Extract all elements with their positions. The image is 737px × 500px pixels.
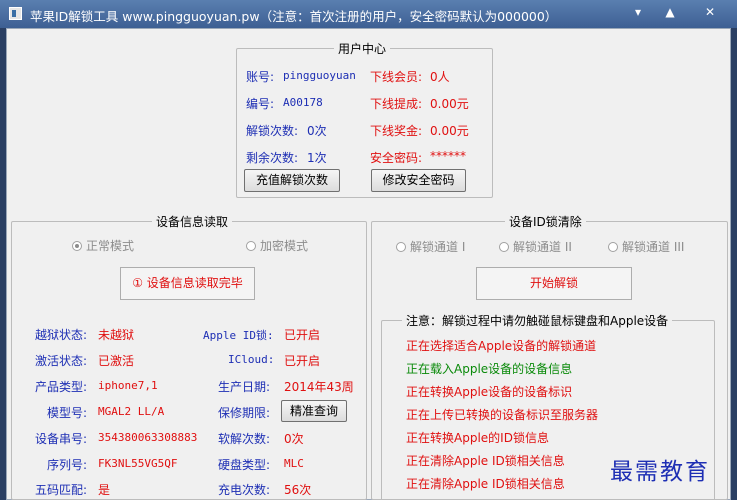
jailbreak-value: 未越狱 bbox=[98, 328, 135, 342]
imei-value: 354380063308883 bbox=[98, 431, 198, 444]
serial-value: FK3NL55VG5QF bbox=[98, 457, 178, 470]
remaining-value: 1次 bbox=[307, 151, 327, 165]
mode-encrypted-label: 加密模式 bbox=[260, 239, 309, 253]
commission-value: 0.00元 bbox=[430, 97, 469, 111]
mode-normal-label: 正常模式 bbox=[86, 239, 135, 253]
activation-value: 已激活 bbox=[98, 354, 135, 368]
warranty-label: 保修期限: bbox=[218, 406, 271, 420]
icloud-label: ICloud: bbox=[228, 353, 275, 366]
user-center-group: 用户中心 账号: pingguoyuan 下线会员: 0人 编号: A00178… bbox=[236, 40, 493, 198]
unlock-count-value: 0次 bbox=[307, 124, 327, 138]
member-label: 下线会员: bbox=[370, 70, 423, 84]
activation-label: 激活状态: bbox=[35, 354, 88, 368]
radio-selected-icon bbox=[72, 241, 82, 251]
id-clear-title: 设备ID锁清除 bbox=[505, 213, 586, 230]
window-title: 苹果ID解锁工具 www.pingguoyuan.pw（注意：首次注册的用户，安… bbox=[30, 9, 558, 24]
minimize-button[interactable]: ▾ bbox=[624, 2, 652, 22]
disk-type-label: 硬盘类型: bbox=[218, 458, 271, 472]
production-date-label: 生产日期: bbox=[218, 380, 271, 394]
log-line: 正在转换Apple的ID锁信息 bbox=[406, 431, 549, 445]
channel-2-label: 解锁通道 II bbox=[513, 240, 572, 254]
jailbreak-label: 越狱状态: bbox=[35, 328, 88, 342]
mode-normal-radio[interactable]: 正常模式 bbox=[72, 237, 134, 254]
product-type-value: iphone7,1 bbox=[98, 379, 158, 392]
log-line: 正在选择适合Apple设备的解锁通道 bbox=[406, 339, 597, 353]
recharge-button[interactable]: 充值解锁次数 bbox=[244, 169, 340, 192]
bonus-value: 0.00元 bbox=[430, 124, 469, 138]
device-info-group: 设备信息读取 正常模式 加密模式 ① 设备信息读取完毕 越狱状态: 未越狱 Ap… bbox=[11, 213, 367, 500]
mode-encrypted-radio[interactable]: 加密模式 bbox=[246, 237, 308, 254]
close-button[interactable]: ✕ bbox=[696, 2, 724, 22]
icloud-value: 已开启 bbox=[284, 354, 321, 368]
charge-count-label: 充电次数: bbox=[218, 483, 271, 497]
log-line: 正在转换Apple设备的设备标识 bbox=[406, 385, 573, 399]
radio-icon bbox=[608, 242, 618, 252]
change-password-button[interactable]: 修改安全密码 bbox=[371, 169, 466, 192]
remaining-label: 剩余次数: bbox=[246, 151, 299, 165]
warranty-query-button[interactable]: 精准查询 bbox=[281, 400, 347, 422]
model-value: MGAL2 LL/A bbox=[98, 405, 165, 418]
bonus-label: 下线奖金: bbox=[370, 124, 423, 138]
user-center-title: 用户中心 bbox=[334, 40, 391, 57]
serial-label: 序列号: bbox=[47, 458, 88, 472]
five-code-label: 五码匹配: bbox=[35, 483, 88, 497]
soft-unlock-value: 0次 bbox=[284, 432, 304, 446]
password-label: 安全密码: bbox=[370, 151, 423, 165]
read-status-button[interactable]: ① 设备信息读取完毕 bbox=[120, 267, 255, 300]
channel-2-radio[interactable]: 解锁通道 II bbox=[499, 238, 572, 255]
radio-icon bbox=[246, 241, 256, 251]
title-bar: 苹果ID解锁工具 www.pingguoyuan.pw（注意：首次注册的用户，安… bbox=[0, 0, 737, 28]
id-label: 编号: bbox=[246, 97, 275, 111]
unlock-count-label: 解锁次数: bbox=[246, 124, 299, 138]
apple-id-lock-value: 已开启 bbox=[284, 328, 321, 342]
id-value: A00178 bbox=[283, 96, 323, 109]
model-label: 模型号: bbox=[47, 406, 88, 420]
watermark-text: 最需教育 bbox=[610, 459, 710, 485]
channel-1-label: 解锁通道 I bbox=[410, 240, 466, 254]
imei-label: 设备串号: bbox=[35, 432, 88, 446]
radio-icon bbox=[396, 242, 406, 252]
log-line: 正在清除Apple ID锁相关信息 bbox=[406, 454, 565, 468]
member-value: 0人 bbox=[430, 70, 450, 84]
production-date-value: 2014年43周 bbox=[284, 380, 354, 394]
password-value: ****** bbox=[430, 149, 466, 163]
channel-1-radio[interactable]: 解锁通道 I bbox=[396, 238, 465, 255]
account-value: pingguoyuan bbox=[283, 69, 356, 82]
radio-icon bbox=[499, 242, 509, 252]
five-code-value: 是 bbox=[98, 483, 111, 497]
account-label: 账号: bbox=[246, 70, 275, 84]
product-type-label: 产品类型: bbox=[35, 380, 88, 394]
log-line: 正在上传已转换的设备标识至服务器 bbox=[406, 408, 599, 422]
disk-type-value: MLC bbox=[284, 457, 304, 470]
start-unlock-button[interactable]: 开始解锁 bbox=[476, 267, 632, 300]
device-info-title: 设备信息读取 bbox=[152, 213, 233, 230]
soft-unlock-label: 软解次数: bbox=[218, 432, 271, 446]
maximize-button[interactable]: ▲ bbox=[656, 2, 684, 22]
channel-3-label: 解锁通道 III bbox=[622, 240, 685, 254]
log-line: 正在载入Apple设备的设备信息 bbox=[406, 362, 573, 376]
commission-label: 下线提成: bbox=[370, 97, 423, 111]
app-icon bbox=[9, 7, 22, 20]
notice-title: 注意：解锁过程中请勿触碰鼠标键盘和Apple设备 bbox=[402, 312, 673, 329]
apple-id-lock-label: Apple ID锁: bbox=[203, 329, 274, 342]
log-line: 正在清除Apple ID锁相关信息 bbox=[406, 477, 565, 491]
main-window: 用户中心 账号: pingguoyuan 下线会员: 0人 编号: A00178… bbox=[6, 28, 731, 500]
charge-count-value: 56次 bbox=[284, 483, 312, 497]
channel-3-radio[interactable]: 解锁通道 III bbox=[608, 238, 684, 255]
